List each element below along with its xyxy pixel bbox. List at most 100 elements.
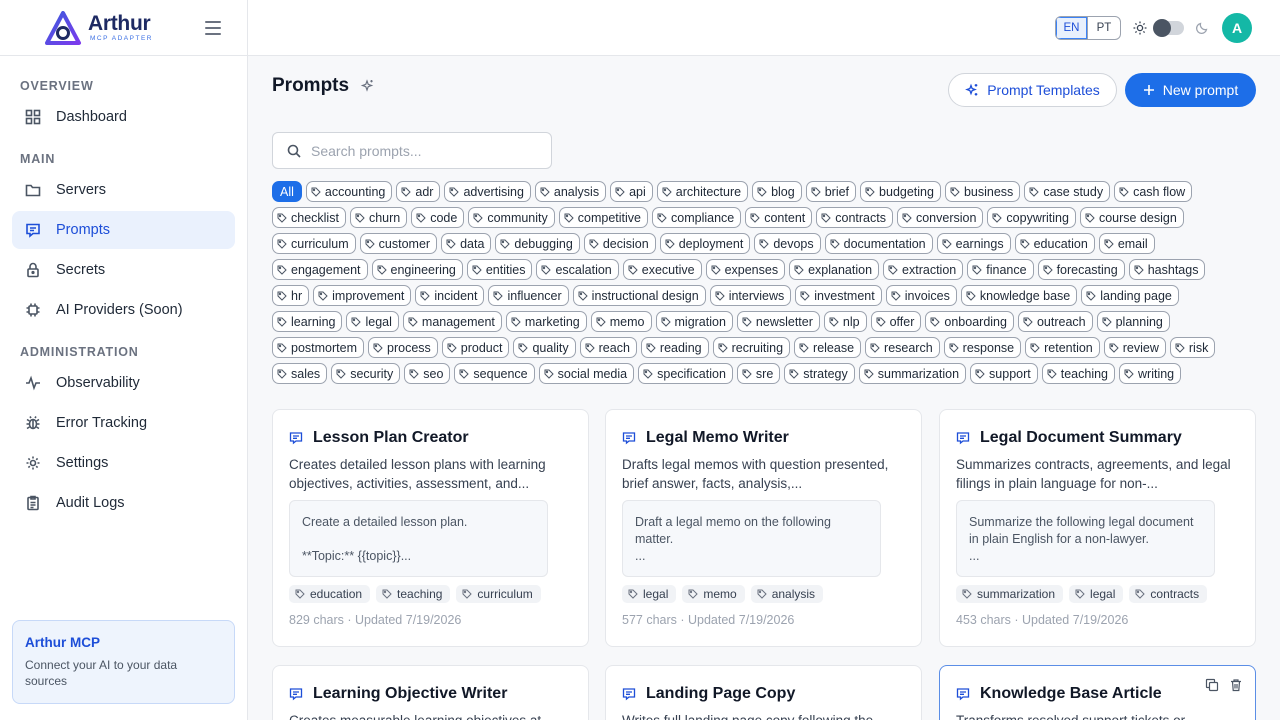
- tag-filter[interactable]: outreach: [1017, 311, 1093, 332]
- tag-filter[interactable]: reading: [640, 337, 709, 358]
- tag-filter[interactable]: support: [970, 363, 1038, 384]
- tag-filter[interactable]: business: [944, 181, 1021, 202]
- search-input[interactable]: [311, 142, 531, 159]
- tag-filter[interactable]: quality: [513, 337, 576, 358]
- tag-filter[interactable]: engagement: [272, 259, 368, 280]
- trash-icon[interactable]: [1229, 678, 1243, 692]
- new-prompt-button[interactable]: New prompt: [1125, 73, 1256, 107]
- tag-filter[interactable]: migration: [655, 311, 733, 332]
- sidebar-item-error-tracking[interactable]: Error Tracking: [12, 404, 235, 442]
- tag-filter[interactable]: email: [1098, 233, 1155, 254]
- tag-filter[interactable]: executive: [622, 259, 702, 280]
- tag-filter[interactable]: blog: [752, 181, 802, 202]
- tag-filter[interactable]: devops: [754, 233, 821, 254]
- tag-filter[interactable]: accounting: [305, 181, 393, 202]
- tag-filter[interactable]: learning: [272, 311, 343, 332]
- tag-filter[interactable]: teaching: [1041, 363, 1116, 384]
- prompt-templates-button[interactable]: Prompt Templates: [948, 73, 1117, 107]
- tag-filter[interactable]: extraction: [883, 259, 964, 280]
- tag-filter[interactable]: decision: [583, 233, 656, 254]
- prompt-card[interactable]: Legal Memo Writer Drafts legal memos wit…: [605, 409, 922, 647]
- tag-filter[interactable]: offer: [870, 311, 922, 332]
- avatar[interactable]: A: [1222, 13, 1252, 43]
- tag-filter[interactable]: forecasting: [1037, 259, 1125, 280]
- lang-en-button[interactable]: EN: [1056, 17, 1088, 39]
- tag-filter[interactable]: churn: [349, 207, 408, 228]
- tag-filter[interactable]: code: [411, 207, 465, 228]
- tag-filter[interactable]: strategy: [784, 363, 855, 384]
- tag-filter[interactable]: documentation: [824, 233, 933, 254]
- tag-filter[interactable]: debugging: [495, 233, 580, 254]
- prompt-card[interactable]: Legal Document Summary Summarizes contra…: [939, 409, 1256, 647]
- tag-filter[interactable]: contracts: [816, 207, 893, 228]
- tag-filter[interactable]: advertising: [444, 181, 531, 202]
- tag-filter[interactable]: invoices: [885, 285, 957, 306]
- tag-filter[interactable]: research: [865, 337, 940, 358]
- copy-icon[interactable]: [1205, 678, 1219, 692]
- tag-filter[interactable]: cash flow: [1114, 181, 1193, 202]
- tag-filter[interactable]: instructional design: [572, 285, 706, 306]
- sidebar-item-settings[interactable]: Settings: [12, 444, 235, 482]
- tag-filter[interactable]: release: [794, 337, 862, 358]
- tag-filter[interactable]: compliance: [652, 207, 742, 228]
- tag-filter[interactable]: expenses: [705, 259, 786, 280]
- tag-filter-all[interactable]: All: [272, 181, 302, 202]
- tag-filter[interactable]: engineering: [371, 259, 463, 280]
- tag-filter[interactable]: retention: [1025, 337, 1100, 358]
- tag-filter[interactable]: management: [402, 311, 502, 332]
- tag-filter[interactable]: earnings: [936, 233, 1011, 254]
- tag-filter[interactable]: deployment: [659, 233, 751, 254]
- tag-filter[interactable]: knowledge base: [960, 285, 1078, 306]
- tag-filter[interactable]: education: [1014, 233, 1095, 254]
- menu-toggle-icon[interactable]: [205, 21, 221, 35]
- prompt-card[interactable]: Knowledge Base Article Transforms resolv…: [939, 665, 1256, 720]
- sidebar-item-servers[interactable]: Servers: [12, 171, 235, 209]
- tag-filter[interactable]: hashtags: [1128, 259, 1206, 280]
- tag-filter[interactable]: analysis: [534, 181, 607, 202]
- tag-filter[interactable]: course design: [1079, 207, 1184, 228]
- tag-filter[interactable]: api: [610, 181, 653, 202]
- prompt-card[interactable]: Landing Page Copy Writes full landing pa…: [605, 665, 922, 720]
- tag-filter[interactable]: content: [745, 207, 813, 228]
- tag-filter[interactable]: conversion: [896, 207, 984, 228]
- sidebar-item-observability[interactable]: Observability: [12, 364, 235, 402]
- tag-filter[interactable]: nlp: [823, 311, 867, 332]
- tag-filter[interactable]: incident: [415, 285, 485, 306]
- tag-filter[interactable]: community: [468, 207, 555, 228]
- tag-filter[interactable]: planning: [1096, 311, 1170, 332]
- tag-filter[interactable]: landing page: [1081, 285, 1179, 306]
- tag-filter[interactable]: summarization: [858, 363, 967, 384]
- tag-filter[interactable]: legal: [346, 311, 399, 332]
- tag-filter[interactable]: finance: [967, 259, 1034, 280]
- tag-filter[interactable]: writing: [1119, 363, 1182, 384]
- tag-filter[interactable]: review: [1103, 337, 1166, 358]
- tag-filter[interactable]: copywriting: [987, 207, 1076, 228]
- tag-filter[interactable]: response: [943, 337, 1022, 358]
- tag-filter[interactable]: specification: [638, 363, 733, 384]
- tag-filter[interactable]: postmortem: [272, 337, 364, 358]
- tag-filter[interactable]: architecture: [656, 181, 749, 202]
- tag-filter[interactable]: marketing: [505, 311, 587, 332]
- tag-filter[interactable]: escalation: [536, 259, 619, 280]
- tag-filter[interactable]: curriculum: [272, 233, 356, 254]
- lang-pt-button[interactable]: PT: [1088, 17, 1120, 39]
- tag-filter[interactable]: reach: [579, 337, 637, 358]
- tag-filter[interactable]: brief: [805, 181, 857, 202]
- brand[interactable]: Arthur MCP ADAPTER: [0, 0, 247, 56]
- tag-filter[interactable]: sre: [736, 363, 781, 384]
- tag-filter[interactable]: recruiting: [712, 337, 791, 358]
- tag-filter[interactable]: case study: [1024, 181, 1111, 202]
- tag-filter[interactable]: influencer: [488, 285, 569, 306]
- tag-filter[interactable]: sequence: [454, 363, 535, 384]
- tag-filter[interactable]: onboarding: [925, 311, 1014, 332]
- tag-filter[interactable]: newsletter: [736, 311, 820, 332]
- tag-filter[interactable]: competitive: [558, 207, 648, 228]
- tag-filter[interactable]: investment: [795, 285, 882, 306]
- tag-filter[interactable]: adr: [396, 181, 441, 202]
- tag-filter[interactable]: data: [441, 233, 492, 254]
- tag-filter[interactable]: budgeting: [860, 181, 941, 202]
- tag-filter[interactable]: memo: [590, 311, 652, 332]
- sidebar-item-dashboard[interactable]: Dashboard: [12, 98, 235, 136]
- tag-filter[interactable]: product: [441, 337, 510, 358]
- tag-filter[interactable]: explanation: [789, 259, 880, 280]
